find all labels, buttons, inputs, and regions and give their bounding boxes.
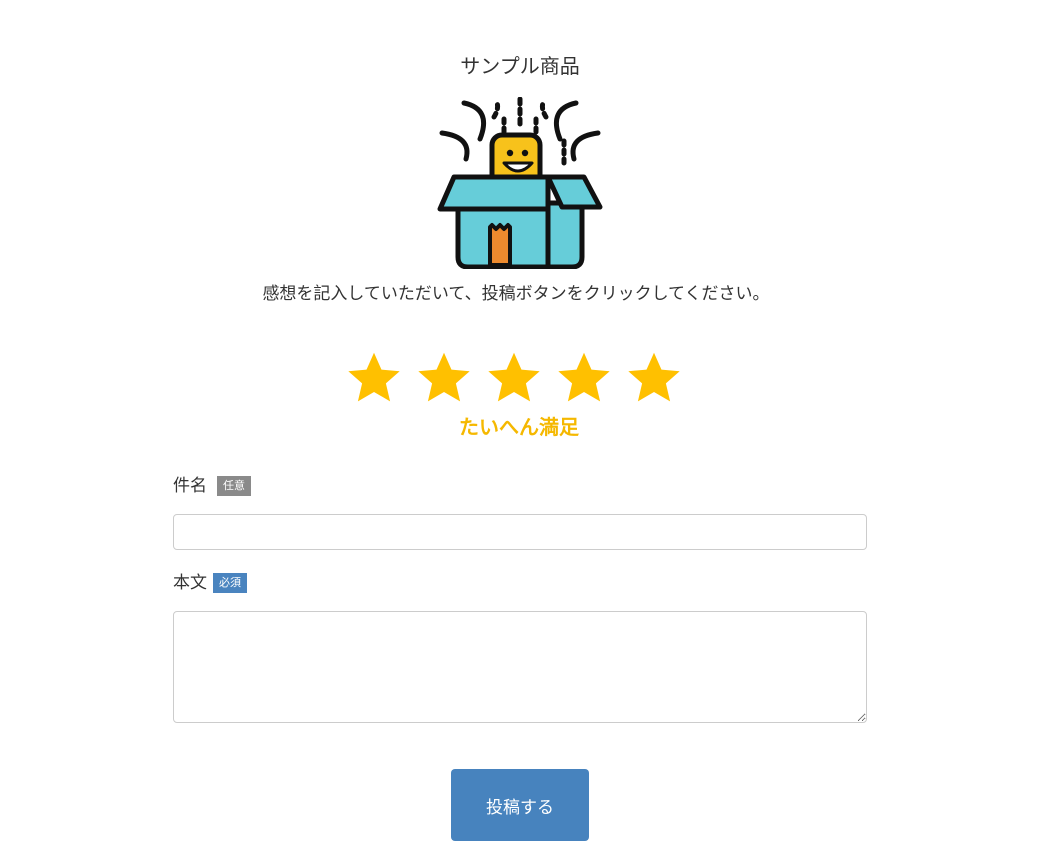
optional-badge: 任意 <box>217 476 251 496</box>
star-5-icon[interactable] <box>626 350 682 406</box>
subject-label: 件名 任意 <box>173 474 251 498</box>
instruction-text: 感想を記入していただいて、投稿ボタンをクリックしてください。 <box>262 284 770 304</box>
surprise-box-icon <box>437 97 603 269</box>
rating-label: たいへん満足 <box>459 415 579 439</box>
star-1-icon[interactable] <box>346 350 402 406</box>
subject-label-text: 件名 <box>173 476 207 496</box>
star-2-icon[interactable] <box>416 350 472 406</box>
required-badge: 必須 <box>213 573 247 593</box>
body-textarea[interactable] <box>173 611 867 723</box>
product-title: サンプル商品 <box>460 54 580 78</box>
body-label: 本文 必須 <box>173 571 247 595</box>
body-label-text: 本文 <box>173 573 207 593</box>
star-4-icon[interactable] <box>556 350 612 406</box>
star-3-icon[interactable] <box>486 350 542 406</box>
submit-button[interactable]: 投稿する <box>451 769 589 841</box>
subject-input[interactable] <box>173 514 867 550</box>
star-rating <box>346 350 688 408</box>
